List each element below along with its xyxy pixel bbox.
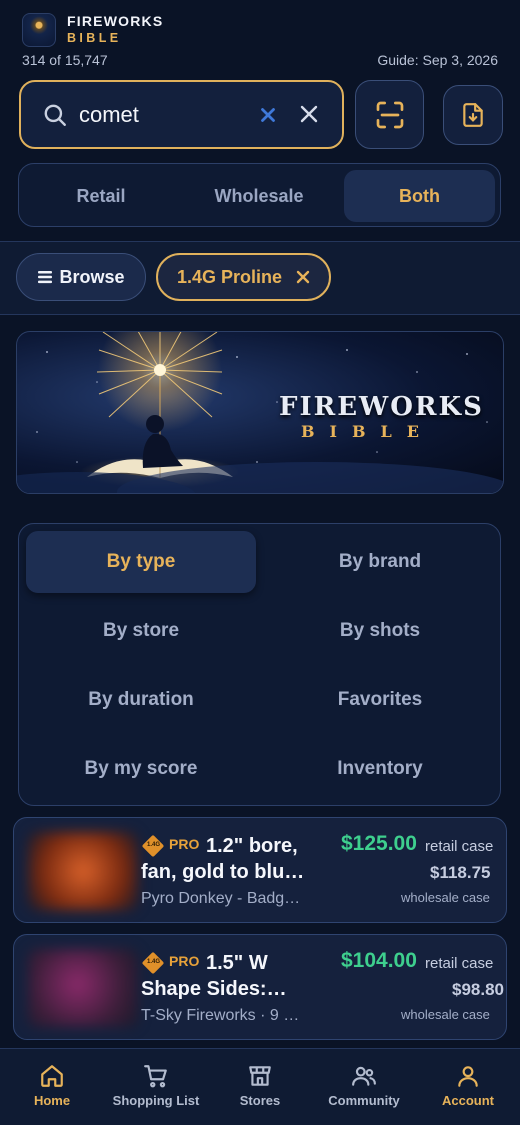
banner-title: FIREWORKS (279, 392, 484, 422)
barcode-scan-icon (376, 101, 403, 128)
category-by-duration[interactable]: By duration (26, 669, 256, 731)
result-count: 314 of 15,747 (22, 52, 108, 68)
product-thumbnail (28, 832, 138, 910)
retail-price-label: retail case (425, 838, 494, 855)
price-mode-segment: Retail Wholesale Both (18, 163, 501, 227)
category-grid: By type By brand By store By shots By du… (18, 523, 501, 806)
banner-subtitle: BIBLE (301, 422, 434, 441)
export-button[interactable] (443, 85, 503, 145)
category-by-my-score[interactable]: By my score (26, 738, 256, 800)
nav-account-label: Account (442, 1093, 494, 1108)
retail-price: $125.00 (341, 832, 417, 855)
app-title: FIREWORKS (67, 13, 164, 29)
nav-stores-label: Stores (239, 1093, 281, 1108)
hero-banner: FIREWORKS BIBLE (16, 331, 504, 494)
category-by-shots[interactable]: By shots (265, 600, 495, 662)
product-store: T-Sky Fireworks · 9 … (141, 1007, 300, 1024)
scan-button[interactable] (355, 80, 424, 149)
remove-filter-icon[interactable] (296, 270, 310, 284)
nav-shopping-list-label: Shopping List (112, 1093, 200, 1108)
bottom-nav: Home Shopping List Stores Community Acco… (0, 1048, 520, 1125)
nav-stores[interactable]: Stores (208, 1063, 312, 1108)
category-favorites[interactable]: Favorites (265, 669, 495, 731)
search-input[interactable] (79, 100, 249, 130)
community-icon (352, 1066, 376, 1086)
product-name: 1.2" bore, fan, gold to blu… (141, 835, 305, 883)
menu-icon (38, 271, 53, 284)
guide-date: Guide: Sep 3, 2026 (377, 52, 498, 68)
nav-shopping-list[interactable]: Shopping List (104, 1063, 208, 1108)
product-thumbnail (28, 949, 138, 1027)
retail-price: $104.00 (341, 949, 417, 972)
wholesale-price-label: wholesale case (401, 1007, 490, 1022)
segment-retail[interactable]: Retail (25, 170, 177, 222)
cart-icon (144, 1065, 167, 1088)
category-inventory[interactable]: Inventory (265, 738, 495, 800)
product-card[interactable]: 1.4G PRO 1.2" bore, fan, gold to blu… Py… (13, 817, 507, 923)
filter-chip[interactable]: 1.4G Proline (156, 253, 331, 301)
store-icon (249, 1066, 271, 1086)
wholesale-price-label: wholesale case (401, 890, 490, 905)
search-icon (44, 104, 66, 126)
filter-chip-label: 1.4G Proline (176, 266, 283, 287)
app-subtitle: BIBLE (67, 31, 122, 45)
nav-home[interactable]: Home (0, 1063, 104, 1108)
app-logo (22, 13, 56, 47)
home-icon (41, 1065, 63, 1087)
nav-account[interactable]: Account (416, 1063, 520, 1108)
wholesale-price: $118.75 (430, 863, 491, 882)
clear-filter-icon[interactable] (257, 104, 279, 126)
retail-price-label: retail case (425, 955, 494, 972)
browse-button[interactable]: Browse (16, 253, 146, 301)
product-card[interactable]: 1.4G PRO 1.5" W Shape Sides:… T-Sky Fire… (13, 934, 507, 1040)
wholesale-price: $98.80 (452, 980, 504, 999)
account-icon (458, 1066, 478, 1087)
browse-label: Browse (59, 266, 125, 287)
product-name: 1.5" W Shape Sides:… (141, 952, 287, 1000)
segment-both[interactable]: Both (344, 170, 495, 222)
search-bar[interactable] (19, 80, 344, 149)
segment-wholesale[interactable]: Wholesale (183, 170, 335, 222)
nav-home-label: Home (33, 1093, 71, 1108)
clear-search-icon[interactable] (297, 102, 321, 126)
nav-community[interactable]: Community (312, 1063, 416, 1108)
category-by-store[interactable]: By store (26, 600, 256, 662)
nav-community-label: Community (328, 1093, 400, 1108)
download-file-icon (463, 103, 483, 127)
product-store: Pyro Donkey - Badg… (141, 890, 301, 907)
category-by-brand[interactable]: By brand (265, 531, 495, 593)
category-by-type[interactable]: By type (26, 531, 256, 593)
